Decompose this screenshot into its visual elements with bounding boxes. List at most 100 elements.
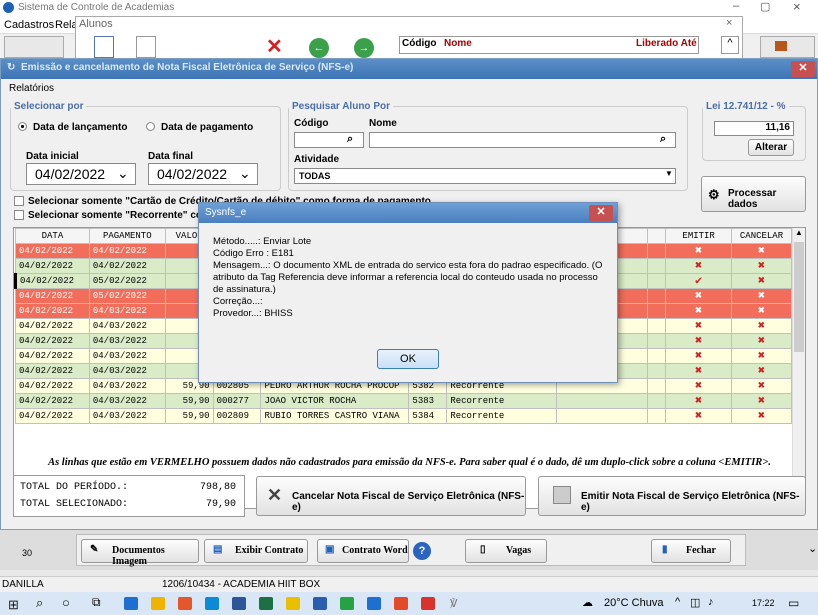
delete-icon[interactable]: ✕ [266, 36, 283, 58]
codigo-input[interactable]: ⌕ [294, 132, 364, 148]
processar-dados-button[interactable]: ⚙ Processar dados [701, 176, 806, 212]
pesquisar-legend: Pesquisar Aluno Por [292, 101, 390, 112]
edge-icon[interactable] [205, 597, 219, 610]
help-icon[interactable]: ? [413, 542, 431, 560]
search-icon[interactable]: ⌕ [660, 133, 666, 146]
search-icon[interactable]: ⌕ [347, 133, 353, 146]
emitir-x-icon[interactable]: ✖ [665, 348, 732, 364]
emitir-nfse-button[interactable]: Emitir Nota Fiscal de Serviço Eletrônica… [538, 476, 806, 516]
emitir-x-icon[interactable]: ✖ [665, 393, 732, 409]
chk-cartao[interactable] [14, 196, 24, 209]
tray-chevron-icon[interactable]: ^ [675, 596, 680, 608]
exibir-contrato-button[interactable]: ▤ Exibir Contrato [204, 539, 308, 563]
cancelar-x-icon[interactable]: ✖ [731, 258, 792, 274]
vagas-button[interactable]: ▯ Vagas [465, 539, 547, 563]
fechar-button[interactable]: ▮ Fechar [651, 539, 731, 563]
cancelar-x-icon[interactable]: ✖ [731, 363, 792, 379]
cancelar-x-icon[interactable]: ✖ [731, 333, 792, 349]
alunos-close-icon[interactable]: × [726, 17, 732, 29]
forward-arrow-icon[interactable]: → [354, 38, 374, 58]
radio-data-lancamento[interactable] [18, 122, 27, 134]
cortana-icon[interactable]: ○ [62, 595, 70, 610]
emitir-x-icon[interactable]: ✖ [665, 408, 732, 424]
taskbar-app-icon[interactable] [367, 597, 381, 610]
cancelar-x-icon[interactable]: ✖ [731, 318, 792, 334]
taskbar-app-icon[interactable] [178, 597, 192, 610]
scroll-thumb[interactable] [794, 242, 804, 352]
excel-icon[interactable] [259, 597, 273, 610]
maximize-icon[interactable]: ▢ [760, 0, 770, 13]
dialog-close-button[interactable]: ✕ [589, 205, 613, 221]
emitir-x-icon[interactable]: ✖ [665, 288, 732, 304]
chevron-down-icon[interactable]: ⌄ [808, 542, 817, 555]
weather-text[interactable]: 20°C Chuva [604, 597, 663, 609]
taskbar-app-icon[interactable] [124, 597, 138, 610]
alterar-button[interactable]: Alterar [748, 139, 794, 156]
data-final-picker[interactable]: 04/02/2022 ⌄ [148, 163, 258, 185]
chrome-icon[interactable] [394, 597, 408, 610]
toolbar-button[interactable] [760, 36, 815, 58]
taskbar-app-icon[interactable] [421, 597, 435, 610]
emitir-x-icon[interactable]: ✖ [665, 243, 732, 259]
grid-cell-valor: 59,90 [164, 393, 214, 409]
col-pagamento[interactable]: PAGAMENTO [88, 228, 166, 244]
alunos-window: Alunos × ✕ ← → Código Nome Liberado Até … [75, 16, 743, 62]
grid-cell-pagamento: 04/03/2022 [88, 378, 166, 394]
chk-recorrente[interactable] [14, 210, 24, 223]
emitir-x-icon[interactable]: ✖ [665, 333, 732, 349]
network-icon[interactable]: ◫ [690, 596, 700, 609]
menu-cadastros[interactable]: Cadastros [4, 19, 54, 31]
cancelar-x-icon[interactable]: ✖ [731, 288, 792, 304]
emitir-check-icon[interactable]: ✔ [665, 273, 732, 289]
taskbar-app-icon[interactable]: ℣ [450, 597, 464, 610]
close-icon[interactable]: × [793, 0, 801, 14]
lei-percent-input[interactable]: 11,16 [714, 121, 794, 136]
scroll-up-icon[interactable]: ▲ [795, 228, 803, 237]
cancelar-x-icon[interactable]: ✖ [731, 273, 792, 289]
menu-relatorios-nfse[interactable]: Relatórios [9, 83, 54, 94]
emitir-x-icon[interactable]: ✖ [665, 303, 732, 319]
cancelar-nfse-button[interactable]: ✕ Cancelar Nota Fiscal de Serviço Eletrô… [256, 476, 526, 516]
atividade-select[interactable]: TODAS ▼ [294, 168, 676, 184]
edit-icon[interactable] [136, 36, 156, 58]
search-icon[interactable]: ⌕ [36, 595, 43, 611]
toolbar-button[interactable] [4, 36, 64, 58]
table-row[interactable]: 04/02/2022 04/03/2022 59,90 000277 JOAO VICT… [15, 393, 792, 409]
col-emitir[interactable]: EMITIR [665, 228, 732, 244]
whatsapp-icon[interactable] [340, 597, 354, 610]
emitir-x-icon[interactable]: ✖ [665, 378, 732, 394]
contrato-word-button[interactable]: ▣ Contrato Word [317, 539, 409, 563]
col-cancelar[interactable]: CANCELAR [731, 228, 792, 244]
nfse-close-button[interactable]: ✕ [791, 61, 815, 77]
volume-icon[interactable]: ♪ [708, 596, 714, 608]
windows-start-icon[interactable]: ⊞ [8, 597, 19, 613]
emitir-x-icon[interactable]: ✖ [665, 258, 732, 274]
cancelar-x-icon[interactable]: ✖ [731, 348, 792, 364]
task-view-icon[interactable]: ⧉ [92, 595, 101, 610]
notifications-icon[interactable]: ▭ [788, 596, 799, 610]
dialog-metodo: Método.....: Enviar Lote [213, 236, 312, 247]
radio-data-pagamento[interactable] [146, 122, 155, 134]
clock[interactable]: 17:22 [752, 598, 775, 608]
emitir-x-icon[interactable]: ✖ [665, 318, 732, 334]
data-inicial-picker[interactable]: 04/02/2022 ⌄ [26, 163, 136, 185]
file-explorer-icon[interactable] [151, 597, 165, 610]
taskbar-app-icon[interactable] [313, 597, 327, 610]
scroll-up-icon[interactable]: ^ [721, 36, 739, 54]
word-icon[interactable] [232, 597, 246, 610]
cancelar-x-icon[interactable]: ✖ [731, 243, 792, 259]
emitir-x-icon[interactable]: ✖ [665, 363, 732, 379]
cancelar-x-icon[interactable]: ✖ [731, 393, 792, 409]
new-document-icon[interactable] [94, 36, 114, 58]
table-row[interactable]: 04/02/2022 04/03/2022 59,90 002809 RUBIO TOR… [15, 408, 792, 424]
nome-input[interactable]: ⌕ [369, 132, 676, 148]
ok-button[interactable]: OK [377, 349, 439, 369]
col-data[interactable]: DATA [15, 228, 90, 244]
minimize-icon[interactable]: – [733, 0, 739, 12]
cancelar-x-icon[interactable]: ✖ [731, 303, 792, 319]
documentos-imagem-button[interactable]: ✎ Documentos Imagem [81, 539, 199, 567]
taskbar-app-icon[interactable] [286, 597, 300, 610]
cancelar-x-icon[interactable]: ✖ [731, 378, 792, 394]
cancelar-x-icon[interactable]: ✖ [731, 408, 792, 424]
back-arrow-icon[interactable]: ← [309, 38, 329, 58]
